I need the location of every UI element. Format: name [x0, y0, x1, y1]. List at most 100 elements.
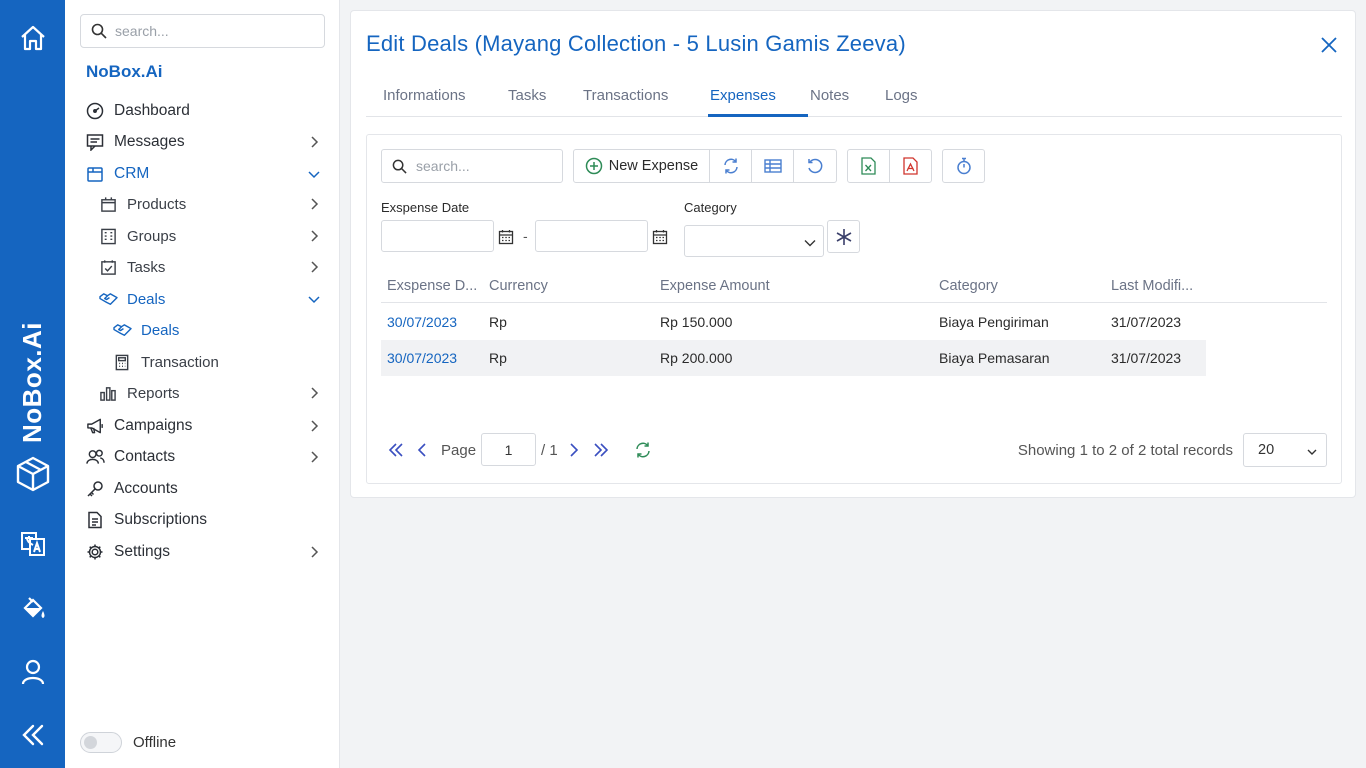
brand-vertical: NoBox.Ai	[16, 321, 47, 443]
reset-button[interactable]	[794, 150, 836, 182]
document-icon	[85, 510, 105, 530]
category-all-button[interactable]	[827, 220, 860, 253]
collapse-icon[interactable]	[16, 718, 50, 752]
active-tab-indicator	[708, 114, 808, 117]
expenses-search-input[interactable]: search...	[381, 149, 563, 183]
megaphone-icon	[85, 416, 105, 436]
calculator-icon	[112, 352, 132, 372]
chevron-right-icon	[311, 387, 319, 399]
message-icon	[85, 132, 105, 152]
sidebar-item-tasks[interactable]: Tasks	[98, 254, 330, 280]
search-icon	[91, 23, 107, 39]
tab-transactions[interactable]: Transactions	[583, 87, 668, 117]
timer-button[interactable]	[943, 150, 984, 182]
sidebar-search-input[interactable]: search...	[80, 14, 325, 48]
column-header[interactable]: Currency	[489, 278, 548, 294]
translate-icon[interactable]	[16, 527, 50, 561]
tab-logs[interactable]: Logs	[885, 87, 918, 117]
undo-icon	[808, 158, 823, 174]
gear-icon	[85, 542, 105, 562]
close-icon[interactable]	[1319, 35, 1339, 55]
search-icon	[392, 159, 407, 174]
expenses-card: search... New Expense Exspense Date - Ca…	[366, 134, 1342, 484]
column-header[interactable]: Exspense D...	[387, 278, 477, 294]
refresh-icon[interactable]	[634, 441, 652, 459]
sidebar-item-transaction[interactable]: Transaction	[112, 349, 330, 375]
tab-informations[interactable]: Informations	[383, 87, 466, 117]
sidebar-item-reports[interactable]: Reports	[98, 380, 330, 406]
sidebar-item-deals[interactable]: Deals	[98, 286, 330, 312]
table-row[interactable]: 30/07/2023 Rp Rp 200.000 Biaya Pemasaran…	[381, 340, 1206, 376]
export-excel-button[interactable]	[848, 150, 890, 182]
sidebar-item-crm[interactable]: CRM	[85, 161, 330, 187]
tab-tasks[interactable]: Tasks	[508, 87, 546, 117]
sidebar: search... NoBox.Ai Dashboard Messages CR…	[65, 0, 340, 768]
sidebar-item-label: CRM	[114, 165, 150, 182]
last-page-icon[interactable]	[592, 441, 610, 459]
sidebar-item-label: Deals	[141, 321, 180, 339]
left-rail: NoBox.Ai	[0, 0, 65, 768]
calendar-icon[interactable]	[498, 229, 514, 245]
home-icon[interactable]	[16, 21, 50, 55]
sidebar-item-label: Products	[127, 195, 187, 213]
key-icon	[85, 479, 105, 499]
table-row[interactable]: 30/07/2023 Rp Rp 150.000 Biaya Pengirima…	[381, 304, 1206, 340]
handshake-icon	[98, 289, 118, 309]
cell-currency: Rp	[489, 350, 507, 366]
tab-expenses[interactable]: Expenses	[710, 87, 776, 117]
paint-bucket-icon[interactable]	[16, 591, 50, 625]
cell-expense-date[interactable]: 30/07/2023	[387, 314, 457, 330]
sidebar-item-label: Transaction	[141, 353, 219, 371]
date-range-dash: -	[523, 228, 528, 244]
column-header[interactable]: Category	[939, 278, 998, 294]
pdf-icon	[903, 157, 918, 175]
new-expense-button[interactable]: New Expense	[574, 150, 710, 182]
export-pdf-button[interactable]	[890, 150, 932, 182]
column-header[interactable]: Expense Amount	[660, 278, 770, 294]
chevron-down-icon	[308, 296, 320, 304]
calendar-icon[interactable]	[652, 229, 668, 245]
search-placeholder: search...	[115, 23, 169, 39]
sidebar-item-subscriptions[interactable]: Subscriptions	[85, 507, 330, 533]
category-select[interactable]	[684, 225, 824, 257]
sidebar-item-campaigns[interactable]: Campaigns	[85, 413, 330, 439]
pager: Page 1 / 1 Showing 1 to 2 of 2 total rec…	[381, 433, 1327, 467]
sidebar-item-label: Settings	[114, 543, 171, 560]
edit-deals-panel: Edit Deals (Mayang Collection - 5 Lusin …	[350, 10, 1356, 498]
chevron-right-icon	[311, 198, 319, 210]
sidebar-item-dashboard[interactable]: Dashboard	[85, 98, 330, 124]
page-size-select[interactable]: 20	[1243, 433, 1327, 467]
sidebar-item-contacts[interactable]: Contacts	[85, 444, 330, 470]
sidebar-item-label: Tasks	[127, 258, 166, 276]
sidebar-item-groups[interactable]: Groups	[98, 223, 330, 249]
chevron-right-icon	[311, 451, 319, 463]
sidebar-item-accounts[interactable]: Accounts	[85, 476, 330, 502]
date-to-input[interactable]	[535, 220, 648, 252]
column-header[interactable]: Last Modifi...	[1111, 278, 1193, 294]
tab-notes[interactable]: Notes	[810, 87, 849, 117]
sidebar-item-label: Accounts	[114, 480, 178, 497]
chevron-down-icon	[804, 240, 816, 247]
table-view-button[interactable]	[752, 150, 794, 182]
sidebar-item-label: Reports	[127, 384, 180, 402]
table-icon	[763, 159, 782, 173]
date-from-input[interactable]	[381, 220, 494, 252]
sidebar-item-deals-list[interactable]: Deals	[112, 317, 330, 343]
sidebar-item-label: Messages	[114, 133, 185, 150]
cube-logo-icon	[13, 454, 53, 494]
cell-amount: Rp 150.000	[660, 314, 733, 330]
sidebar-item-messages[interactable]: Messages	[85, 129, 330, 155]
user-icon[interactable]	[16, 655, 50, 689]
sidebar-item-products[interactable]: Products	[98, 191, 330, 217]
offline-toggle[interactable]	[80, 732, 122, 753]
building-icon	[98, 226, 118, 246]
asterisk-icon	[836, 228, 851, 245]
cell-expense-date[interactable]: 30/07/2023	[387, 350, 457, 366]
prev-page-icon[interactable]	[413, 441, 431, 459]
sidebar-item-settings[interactable]: Settings	[85, 539, 330, 565]
next-page-icon[interactable]	[565, 441, 583, 459]
sync-button[interactable]	[710, 150, 752, 182]
page-number-input[interactable]: 1	[481, 433, 536, 466]
cell-last-modified: 31/07/2023	[1111, 350, 1182, 366]
first-page-icon[interactable]	[387, 441, 405, 459]
